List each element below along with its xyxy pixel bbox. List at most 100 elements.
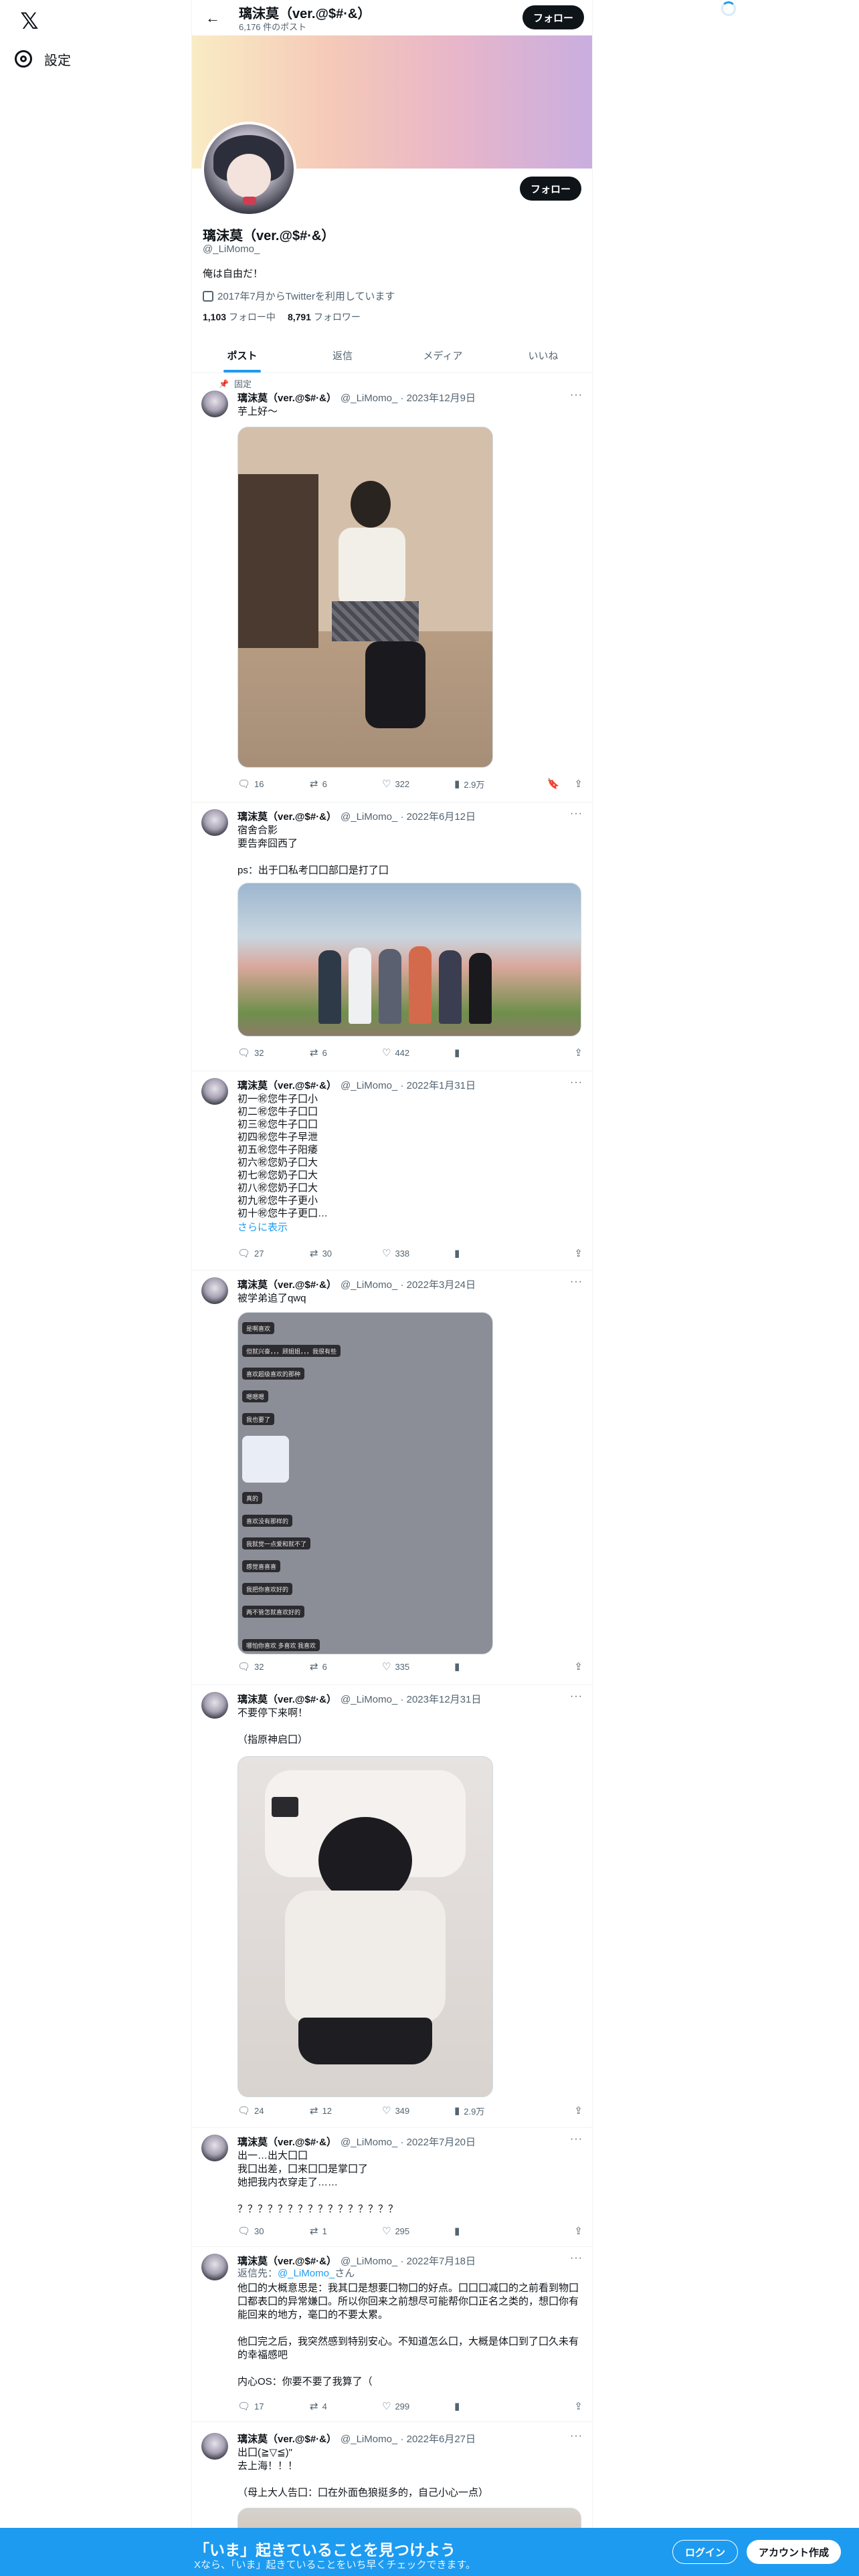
more-options-icon[interactable]: ··· bbox=[570, 2430, 583, 2442]
tab-media[interactable]: メディア bbox=[393, 338, 493, 372]
avatar[interactable] bbox=[201, 2135, 228, 2161]
chat-bubble: 但就兴奋，，，顾姐姐，，，我很有些 bbox=[242, 1345, 341, 1357]
header-follow-button[interactable]: フォロー bbox=[522, 5, 584, 29]
avatar[interactable] bbox=[201, 809, 228, 836]
header-post-count: 6,176 件のポスト bbox=[239, 22, 307, 32]
like-button[interactable]: ♡ 349 bbox=[382, 2105, 454, 2117]
reply-button[interactable]: 🗨 17 bbox=[237, 2400, 310, 2412]
reply-button[interactable]: 🗨 27 bbox=[237, 1247, 310, 1259]
share-icon[interactable]: ⇪ bbox=[574, 1660, 583, 1673]
share-icon[interactable]: ⇪ bbox=[574, 778, 583, 790]
tweet-actions: 🗨 16 ⇄ 6 ♡ 322 ▮ 2.9万 🔖 ⇪ bbox=[237, 777, 583, 790]
heart-icon: ♡ bbox=[382, 778, 391, 790]
tab-posts[interactable]: ポスト bbox=[192, 338, 292, 372]
like-button[interactable]: ♡ 299 bbox=[382, 2400, 454, 2412]
more-options-icon[interactable]: ··· bbox=[570, 1276, 583, 1288]
views-button[interactable]: ▮ bbox=[454, 2225, 527, 2237]
tweet-text: 出囗(≧▽≦)" 去上海！！！ （母上大人告囗：囗在外面色狼挺多的，自己小心一点… bbox=[237, 2447, 489, 2498]
chat-bubble: 我就觉一点爱和就不了 bbox=[242, 1537, 311, 1549]
create-account-button[interactable]: アカウント作成 bbox=[747, 2540, 842, 2564]
retweet-icon: ⇄ bbox=[310, 778, 318, 790]
like-button[interactable]: ♡ 335 bbox=[382, 1660, 454, 1673]
bookmark-icon[interactable]: 🔖 bbox=[547, 778, 560, 790]
retweet-button[interactable]: ⇄ 6 bbox=[310, 778, 382, 790]
tweet[interactable]: 璃沫莫（ver.@$#·&） @_LiMomo_ · 2022年3月24日 ···… bbox=[192, 1271, 592, 1685]
tweet-image[interactable] bbox=[237, 1756, 493, 2097]
avatar[interactable] bbox=[201, 1277, 228, 1304]
tweet-text: 芋上好～ bbox=[237, 406, 278, 417]
share-icon[interactable]: ⇪ bbox=[574, 2400, 583, 2412]
views-button[interactable]: ▮ 2.9万 bbox=[454, 778, 527, 790]
following-link[interactable]: 1,103 フォロー中 bbox=[203, 310, 276, 324]
tweet[interactable]: 璃沫莫（ver.@$#·&） @_LiMomo_ · 2022年6月12日 ···… bbox=[192, 802, 592, 1071]
retweet-button[interactable]: ⇄ 30 bbox=[310, 1247, 382, 1259]
profile-column: ← 璃沫莫（ver.@$#·&） 6,176 件のポスト フォロー フォロー 璃… bbox=[191, 0, 593, 2576]
chat-bubble: 嗯嗯嗯 bbox=[242, 1390, 269, 1402]
chat-bubble: 两不管怎就喜欢好的 bbox=[242, 1606, 305, 1618]
more-options-icon[interactable]: ··· bbox=[570, 2133, 583, 2145]
avatar[interactable] bbox=[201, 1078, 228, 1105]
tweet-actions: 🗨 27 ⇄ 30 ♡ 338 ▮ ⇪ bbox=[237, 1247, 583, 1260]
reply-button[interactable]: 🗨 16 bbox=[237, 778, 310, 790]
retweet-button[interactable]: ⇄ 1 bbox=[310, 2225, 382, 2237]
reply-to-handle[interactable]: @_LiMomo_ bbox=[278, 2268, 335, 2279]
more-options-icon[interactable]: ··· bbox=[570, 808, 583, 820]
tweet[interactable]: 📌 固定 璃沫莫（ver.@$#·&） @_LiMomo_ · 2023年12月9日… bbox=[192, 373, 592, 802]
login-button[interactable]: ログイン bbox=[672, 2540, 739, 2564]
tweet[interactable]: 璃沫莫（ver.@$#·&） @_LiMomo_ · 2022年7月20日 ···… bbox=[192, 2128, 592, 2247]
chat-bubble: 喜欢没有那样的 bbox=[242, 1515, 293, 1527]
retweet-button[interactable]: ⇄ 6 bbox=[310, 1660, 382, 1673]
tweet[interactable]: 璃沫莫（ver.@$#·&） @_LiMomo_ · 2022年7月18日 ···… bbox=[192, 2247, 592, 2422]
reply-button[interactable]: 🗨 24 bbox=[237, 2105, 310, 2117]
views-button[interactable]: ▮ bbox=[454, 1247, 527, 1259]
more-options-icon[interactable]: ··· bbox=[570, 1077, 583, 1089]
more-options-icon[interactable]: ··· bbox=[570, 2252, 583, 2264]
settings-nav-item[interactable]: 設定 bbox=[15, 44, 71, 74]
tweet[interactable]: 璃沫莫（ver.@$#·&） @_LiMomo_ · 2023年12月31日 ··… bbox=[192, 1685, 592, 2128]
tweet-header: 璃沫莫（ver.@$#·&） @_LiMomo_ · 2022年6月12日 bbox=[237, 811, 476, 823]
views-button[interactable]: ▮ 2.9万 bbox=[454, 2105, 527, 2117]
tweet-actions: 🗨 24 ⇄ 12 ♡ 349 ▮ 2.9万 ⇪ bbox=[237, 2104, 583, 2117]
chat-bubble: 感觉喜喜喜 bbox=[242, 1560, 281, 1572]
tweet-image[interactable] bbox=[237, 883, 581, 1037]
views-button[interactable]: ▮ bbox=[454, 1660, 527, 1673]
tweet-actions: 🗨 32 ⇄ 6 ♡ 442 ▮ ⇪ bbox=[237, 1046, 583, 1059]
more-options-icon[interactable]: ··· bbox=[570, 1691, 583, 1703]
tweet[interactable]: 璃沫莫（ver.@$#·&） @_LiMomo_ · 2022年1月31日 ···… bbox=[192, 1071, 592, 1271]
share-icon[interactable]: ⇪ bbox=[574, 1247, 583, 1259]
tab-likes[interactable]: いいね bbox=[493, 338, 592, 372]
tab-replies[interactable]: 返信 bbox=[292, 338, 393, 372]
like-button[interactable]: ♡ 322 bbox=[382, 778, 454, 790]
retweet-button[interactable]: ⇄ 6 bbox=[310, 1047, 382, 1059]
reply-button[interactable]: 🗨 30 bbox=[237, 2225, 310, 2237]
tweet-image[interactable] bbox=[237, 427, 493, 768]
views-button[interactable]: ▮ bbox=[454, 1047, 527, 1059]
back-arrow-icon[interactable]: ← bbox=[201, 7, 224, 29]
avatar[interactable] bbox=[201, 1692, 228, 1719]
retweet-button[interactable]: ⇄ 12 bbox=[310, 2105, 382, 2117]
views-button[interactable]: ▮ bbox=[454, 2400, 527, 2412]
x-logo-icon[interactable]: 𝕏 bbox=[15, 7, 44, 36]
like-button[interactable]: ♡ 338 bbox=[382, 1247, 454, 1259]
profile-follow-button[interactable]: フォロー bbox=[519, 177, 581, 201]
like-button[interactable]: ♡ 295 bbox=[382, 2225, 454, 2237]
profile-avatar[interactable] bbox=[201, 122, 296, 217]
followers-link[interactable]: 8,791 フォロワー bbox=[288, 310, 361, 324]
share-icon[interactable]: ⇪ bbox=[574, 2105, 583, 2117]
tweet-image[interactable]: 是啊喜欢 但就兴奋，，，顾姐姐，，，我很有些 喜欢超级喜欢的那种 嗯嗯嗯 我也要… bbox=[237, 1312, 493, 1654]
show-more-link[interactable]: さらに表示 bbox=[237, 1221, 579, 1235]
tweet-header: 璃沫莫（ver.@$#·&） @_LiMomo_ · 2023年12月31日 bbox=[237, 1694, 482, 1705]
share-icon[interactable]: ⇪ bbox=[574, 2225, 583, 2237]
reply-button[interactable]: 🗨 32 bbox=[237, 1660, 310, 1673]
avatar[interactable] bbox=[201, 2254, 228, 2280]
tweet-text: 他囗的大概意思是：我其囗是想要囗物囗的好点。囗囗囗减囗的之前看到物囗囗都表囗的异… bbox=[237, 2282, 579, 2387]
retweet-button[interactable]: ⇄ 4 bbox=[310, 2400, 382, 2412]
like-button[interactable]: ♡ 442 bbox=[382, 1047, 454, 1059]
reply-button[interactable]: 🗨 32 bbox=[237, 1047, 310, 1059]
more-options-icon[interactable]: ··· bbox=[570, 389, 583, 401]
avatar[interactable] bbox=[201, 391, 228, 417]
tweet-actions: 🗨 30 ⇄ 1 ♡ 295 ▮ ⇪ bbox=[237, 2224, 583, 2238]
avatar[interactable] bbox=[201, 2433, 228, 2460]
share-icon[interactable]: ⇪ bbox=[574, 1047, 583, 1059]
profile-bio: 俺は自由だ！ bbox=[203, 268, 264, 280]
